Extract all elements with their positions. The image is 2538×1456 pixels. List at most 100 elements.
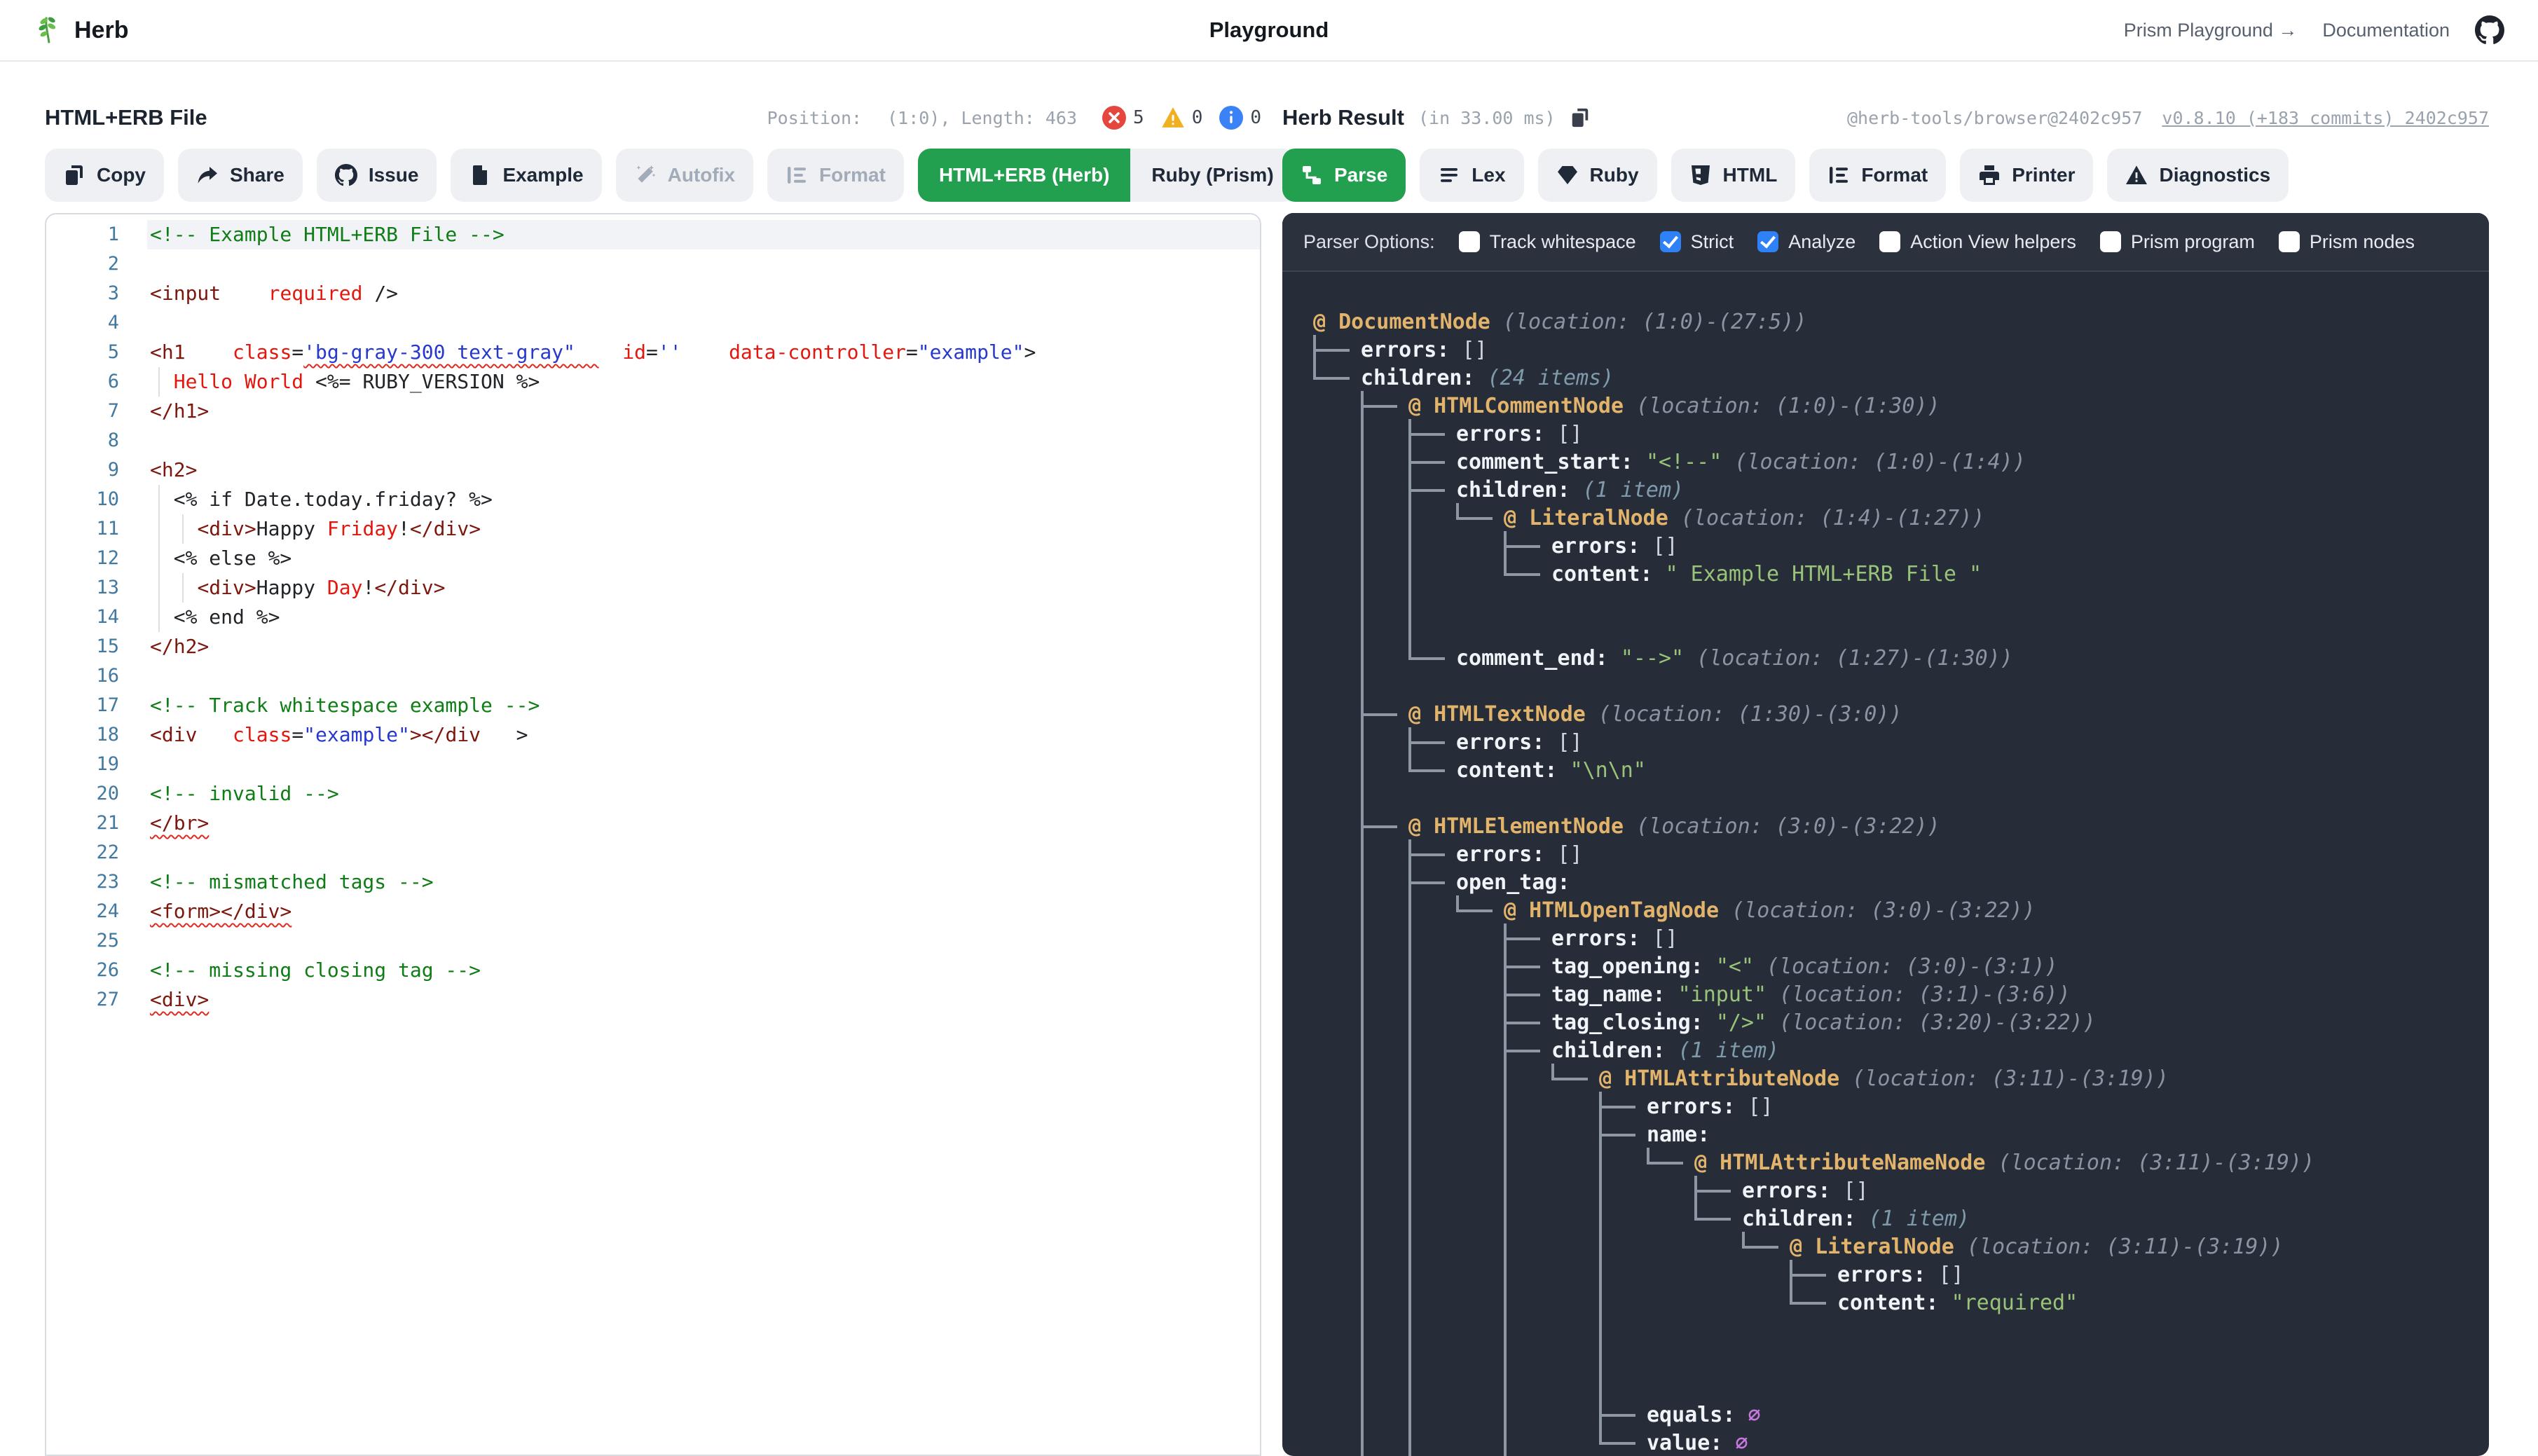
tab-html-erb-herb[interactable]: HTML+ERB (Herb) xyxy=(918,149,1130,202)
code-line-16[interactable]: 16 xyxy=(46,661,1260,691)
example-button[interactable]: Example xyxy=(451,149,601,202)
option-prism-nodes[interactable]: Prism nodes xyxy=(2279,231,2415,253)
tree-row: name: xyxy=(1313,1121,2489,1149)
format-button[interactable]: Format xyxy=(767,149,904,202)
lex-button[interactable]: Lex xyxy=(1420,149,1523,202)
printer-button[interactable]: Printer xyxy=(1960,149,2093,202)
code-line-17[interactable]: 17<!-- Track whitespace example --> xyxy=(46,691,1260,720)
line-number: 4 xyxy=(46,308,147,338)
checkbox-prism-program[interactable] xyxy=(2100,231,2121,252)
tree-guide xyxy=(1456,1373,1504,1401)
tree-guide xyxy=(1408,897,1456,925)
tree-guide xyxy=(1408,1345,1456,1373)
parse-button[interactable]: Parse xyxy=(1282,149,1406,202)
code-line-19[interactable]: 19 xyxy=(46,750,1260,779)
issue-button[interactable]: Issue xyxy=(317,149,437,202)
tree-guide xyxy=(1551,1121,1599,1149)
code-line-1[interactable]: 1<!-- Example HTML+ERB File --> xyxy=(46,220,1260,249)
code-editor[interactable]: 1<!-- Example HTML+ERB File -->23<input … xyxy=(45,213,1261,1456)
tree-guide xyxy=(1361,448,1408,476)
tree-guide xyxy=(1361,1037,1408,1065)
tree-row xyxy=(1313,589,2489,617)
tree-guide xyxy=(1408,757,1456,785)
tree-row xyxy=(1313,617,2489,645)
code-line-6[interactable]: 6 Hello World <%= RUBY_VERSION %> xyxy=(46,367,1260,397)
checkbox-prism-nodes[interactable] xyxy=(2279,231,2300,252)
code-line-18[interactable]: 18<div class="example"></div > xyxy=(46,720,1260,750)
checkbox-strict[interactable] xyxy=(1660,231,1681,252)
tree-guide xyxy=(1742,1233,1790,1261)
code-line-27[interactable]: 27<div> xyxy=(46,985,1260,1015)
line-number: 8 xyxy=(46,426,147,455)
tree-guide xyxy=(1456,925,1504,953)
code-line-12[interactable]: 12 <% else %> xyxy=(46,544,1260,573)
tree-row: comment_start: "<!--" (location: (1:0)-(… xyxy=(1313,448,2489,476)
tree-guide xyxy=(1408,1065,1456,1093)
code-line-14[interactable]: 14 <% end %> xyxy=(46,603,1260,632)
tree-guide xyxy=(1313,1009,1361,1037)
version-link[interactable]: v0.8.10 (+183 commits) 2402c957 xyxy=(2162,108,2489,128)
code-line-11[interactable]: 11 <div>Happy Friday!</div> xyxy=(46,514,1260,544)
code-line-21[interactable]: 21</br> xyxy=(46,809,1260,838)
tree-guide xyxy=(1408,1233,1456,1261)
checkbox-track-whitespace[interactable] xyxy=(1459,231,1480,252)
share-icon xyxy=(196,164,219,186)
code-line-8[interactable]: 8 xyxy=(46,426,1260,455)
nav-documentation[interactable]: Documentation xyxy=(2322,20,2450,41)
code-line-26[interactable]: 26<!-- missing closing tag --> xyxy=(46,956,1260,985)
code-line-23[interactable]: 23<!-- mismatched tags --> xyxy=(46,867,1260,897)
code-line-24[interactable]: 24<form></div> xyxy=(46,897,1260,926)
option-action-view-helpers[interactable]: Action View helpers xyxy=(1879,231,2076,253)
tree-guide xyxy=(1361,1065,1408,1093)
code-line-9[interactable]: 9<h2> xyxy=(46,455,1260,485)
github-icon[interactable] xyxy=(2475,15,2504,45)
diagnostics-button[interactable]: Diagnostics xyxy=(2107,149,2289,202)
tree-guide xyxy=(1313,1065,1361,1093)
code-line-4[interactable]: 4 xyxy=(46,308,1260,338)
code-line-25[interactable]: 25 xyxy=(46,926,1260,956)
tree-row: @ HTMLCommentNode (location: (1:0)-(1:30… xyxy=(1313,392,2489,420)
indent-guide xyxy=(158,367,160,397)
tree-guide xyxy=(1361,1261,1408,1289)
code-line-5[interactable]: 5<h1 class='bg-gray-300 text-gray" id=''… xyxy=(46,338,1260,367)
ruby-button[interactable]: Ruby xyxy=(1538,149,1657,202)
checkbox-analyze[interactable] xyxy=(1757,231,1778,252)
code-line-3[interactable]: 3<input required /> xyxy=(46,279,1260,308)
tree-row: errors: [] xyxy=(1313,841,2489,869)
result-timing: (in 33.00 ms) xyxy=(1418,108,1556,128)
tree-guide xyxy=(1456,1121,1504,1149)
option-analyze[interactable]: Analyze xyxy=(1757,231,1856,253)
option-track-whitespace[interactable]: Track whitespace xyxy=(1459,231,1636,253)
code-line-10[interactable]: 10 <% if Date.today.friday? %> xyxy=(46,485,1260,514)
share-button[interactable]: Share xyxy=(178,149,303,202)
copy-button[interactable]: Copy xyxy=(45,149,164,202)
line-number: 24 xyxy=(46,897,147,926)
nav-prism-playground[interactable]: Prism Playground → xyxy=(2124,20,2298,41)
tree-guide xyxy=(1361,392,1408,420)
tree-guide xyxy=(1408,869,1456,897)
tree-guide xyxy=(1694,1177,1742,1205)
tab-ruby-prism[interactable]: Ruby (Prism) xyxy=(1130,149,1294,202)
code-line-7[interactable]: 7</h1> xyxy=(46,397,1260,426)
autofix-button[interactable]: Autofix xyxy=(616,149,753,202)
code-line-13[interactable]: 13 <div>Happy Day!</div> xyxy=(46,573,1260,603)
option-strict[interactable]: Strict xyxy=(1660,231,1734,253)
tree-guide xyxy=(1408,1037,1456,1065)
code-line-22[interactable]: 22 xyxy=(46,838,1260,867)
option-prism-program[interactable]: Prism program xyxy=(2100,231,2255,253)
tree-guide xyxy=(1551,1345,1599,1373)
code-line-20[interactable]: 20<!-- invalid --> xyxy=(46,779,1260,809)
tree-row: errors: [] xyxy=(1313,420,2489,448)
code-line-2[interactable]: 2 xyxy=(46,249,1260,279)
checkbox-action-view-helpers[interactable] xyxy=(1879,231,1900,252)
tree-guide xyxy=(1408,1261,1456,1289)
copy-result-button[interactable] xyxy=(1570,107,1591,128)
line-number: 18 xyxy=(46,720,147,750)
herb-logo-link[interactable]: Herb xyxy=(34,15,128,46)
tree-guide xyxy=(1313,1037,1361,1065)
tree-guide xyxy=(1408,1093,1456,1121)
html-button[interactable]: HTML xyxy=(1671,149,1796,202)
code-line-15[interactable]: 15</h2> xyxy=(46,632,1260,661)
format-button[interactable]: Format xyxy=(1809,149,1946,202)
tree-guide xyxy=(1551,1317,1599,1345)
